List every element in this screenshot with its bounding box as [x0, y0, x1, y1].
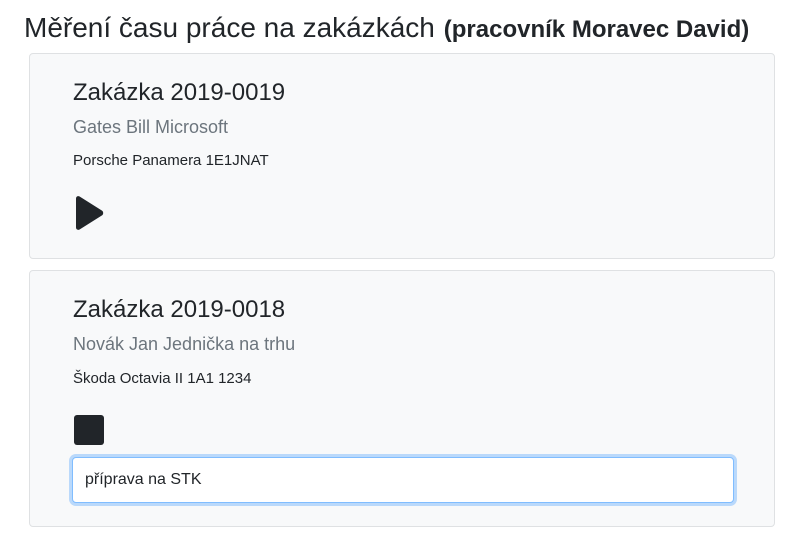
order-vehicle: Porsche Panamera 1E1JNAT — [73, 152, 269, 169]
stop-timer-button[interactable] — [73, 414, 105, 446]
stop-icon — [74, 415, 104, 445]
order-vehicle: Škoda Octavia II 1A1 1234 — [73, 370, 252, 387]
order-card: Zakázka 2019-0019 Gates Bill Microsoft P… — [29, 53, 775, 259]
start-timer-button[interactable] — [73, 195, 105, 231]
play-icon — [76, 196, 104, 230]
page-title: Měření času práce na zakázkách (pracovní… — [24, 8, 749, 48]
order-card: Zakázka 2019-0018 Novák Jan Jednička na … — [29, 270, 775, 527]
order-title: Zakázka 2019-0019 — [73, 79, 286, 106]
page-title-worker: (pracovník Moravec David) — [443, 16, 750, 43]
order-customer: Gates Bill Microsoft — [73, 117, 229, 137]
order-customer: Novák Jan Jednička na trhu — [73, 334, 296, 354]
work-note-input[interactable] — [72, 457, 734, 503]
order-title: Zakázka 2019-0018 — [73, 296, 286, 323]
page-title-main: Měření času práce na zakázkách — [24, 12, 435, 43]
